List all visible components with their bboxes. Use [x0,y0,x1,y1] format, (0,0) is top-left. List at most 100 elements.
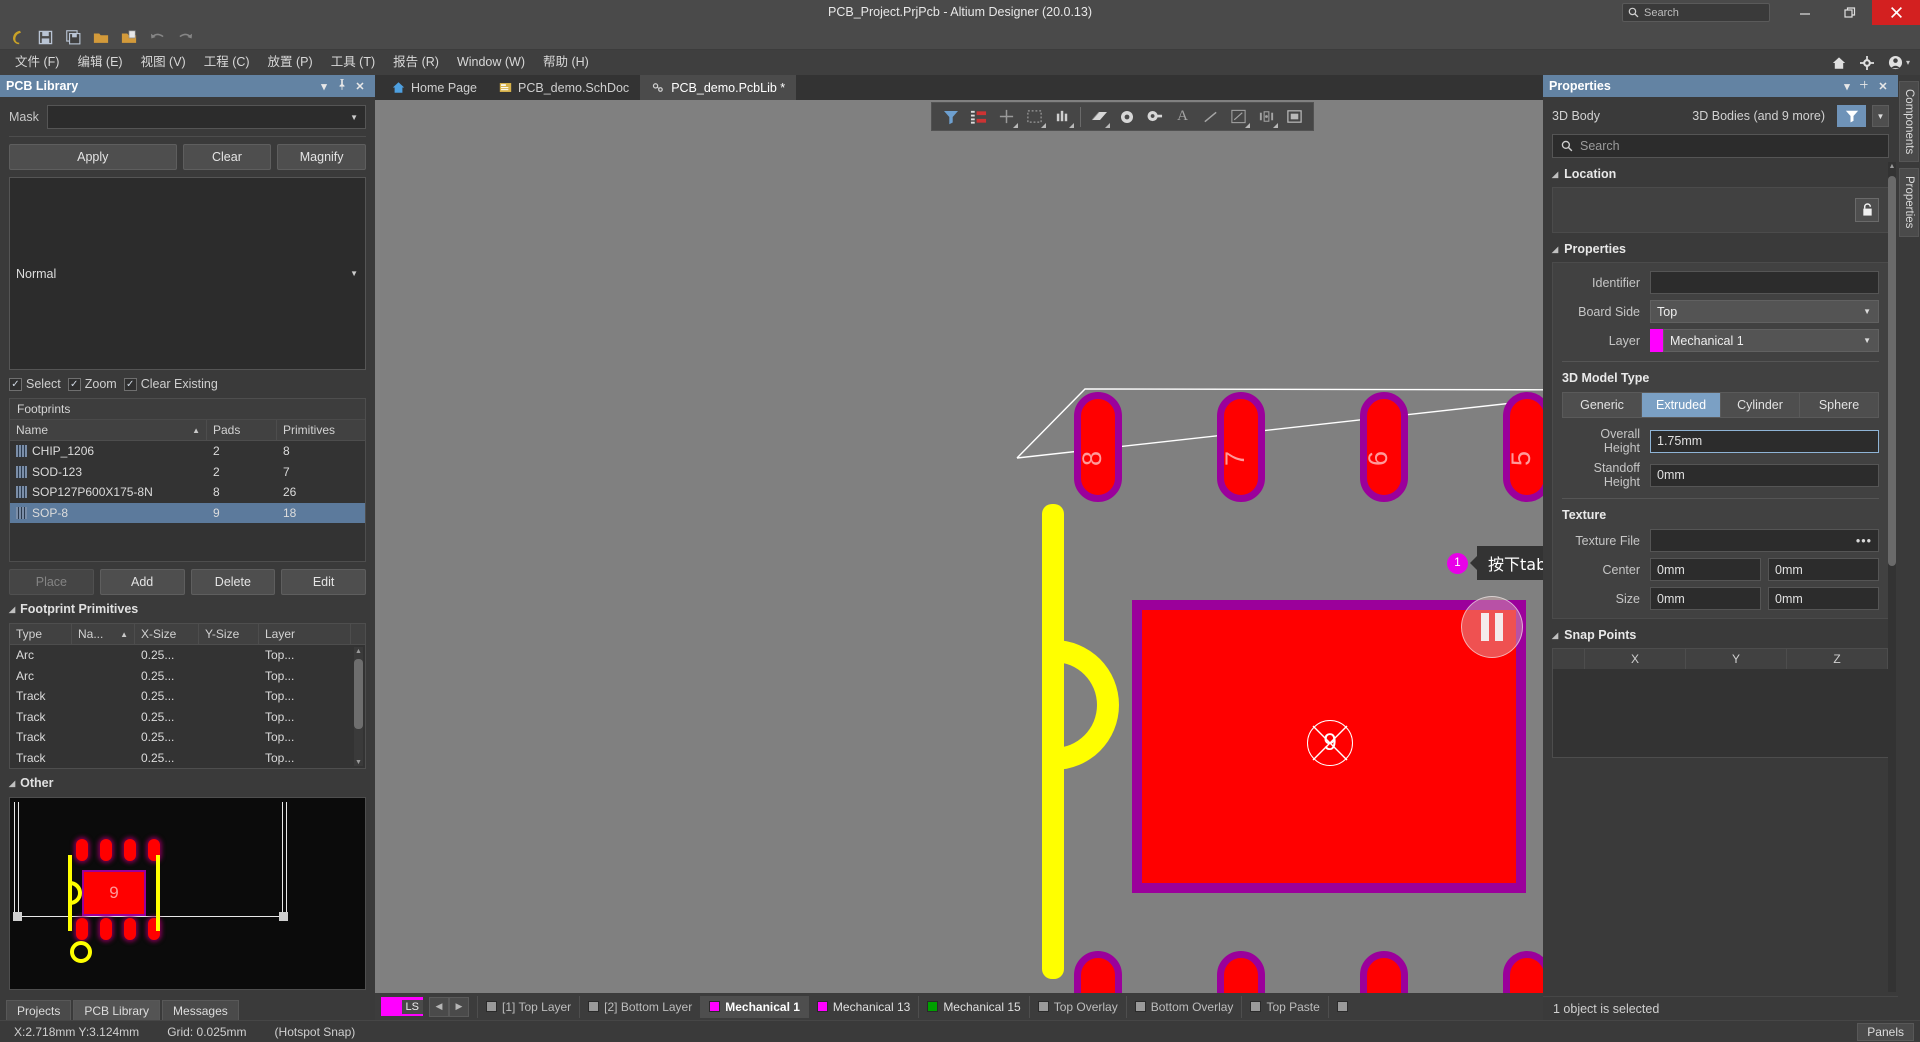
layer-prev-button[interactable]: ◀ [429,996,449,1017]
place-dimension-tool-icon[interactable] [1225,104,1252,129]
properties-scrollbar[interactable]: ▲ [1888,162,1896,992]
pin-icon[interactable] [1856,80,1874,93]
other-section-title[interactable]: ◢ Other [9,776,366,790]
lock-icon[interactable] [1855,198,1879,222]
pause-indicator[interactable] [1461,596,1523,658]
panel-menu-icon[interactable]: ▾ [315,80,333,93]
standoff-height-input[interactable]: 0mm [1650,463,1879,487]
chevron-down-icon[interactable]: ▼ [1863,307,1871,316]
tab-projects[interactable]: Projects [6,1000,72,1020]
layer-tab-more[interactable] [1327,995,1356,1018]
snap-points-group-title[interactable]: ◢ Snap Points [1552,628,1889,642]
dropdown-arrow-icon[interactable] [1041,123,1046,128]
scroll-up-icon[interactable]: ▲ [1888,162,1896,171]
doc-tab-home-page[interactable]: Home Page [381,75,488,100]
checkbox-zoom[interactable]: ✓ Zoom [67,377,117,391]
place-button[interactable]: Place [9,569,94,595]
open-folder-icon[interactable] [88,26,114,48]
place-line-tool-icon[interactable] [1197,104,1224,129]
dropdown-arrow-icon[interactable] [1069,123,1074,128]
menu-place[interactable]: 放置 (P) [259,50,322,75]
altium-logo-icon[interactable] [4,26,30,48]
table-row[interactable]: Track 0.25... Top... [10,748,365,769]
clear-button[interactable]: Clear [182,144,272,170]
restore-button[interactable] [1827,0,1872,25]
dropdown-arrow-icon[interactable] [1273,123,1278,128]
gear-icon[interactable] [1859,55,1874,70]
pad-1[interactable] [1074,951,1122,993]
col-header-na[interactable]: Na... ▲ [72,624,135,644]
close-button[interactable] [1872,0,1920,25]
checkbox-zoom-box[interactable]: ✓ [67,377,81,391]
col-header-ysize[interactable]: Y-Size [199,624,259,644]
snap-col-x[interactable]: X [1585,649,1686,669]
properties-scroll-area[interactable]: ◢ Location ◢ Properties Identifier Board… [1543,158,1898,996]
dropdown-arrow-icon[interactable] [1245,123,1250,128]
magnet-snap-tool-icon[interactable] [965,104,992,129]
layer-tab-mechanical-15[interactable]: Mechanical 15 [918,995,1028,1018]
board-side-select[interactable]: Top ▼ [1650,300,1879,323]
layer-tab-top-overlay[interactable]: Top Overlay [1028,995,1126,1018]
primitives-scrollbar[interactable]: ▲ ▼ [354,647,363,766]
table-row[interactable]: Track 0.25... Top... [10,727,365,748]
footprint-primitives-title[interactable]: ◢ Footprint Primitives [9,602,366,616]
doc-tab-pcblib[interactable]: PCB_demo.PcbLib * [640,75,797,100]
scroll-down-icon[interactable]: ▼ [354,759,363,766]
open-document-icon[interactable] [116,26,142,48]
model-type-extruded[interactable]: Extruded [1642,393,1721,417]
menu-window[interactable]: Window (W) [448,50,534,75]
overall-height-input[interactable]: 1.75mm [1650,429,1879,453]
chevron-down-icon[interactable]: ▼ [1863,336,1871,345]
save-icon[interactable] [32,26,58,48]
chevron-down-icon[interactable]: ▼ [350,269,358,278]
pad-3[interactable] [1360,951,1408,993]
collapse-triangle-icon[interactable]: ◢ [1552,245,1558,254]
table-row[interactable]: SOP127P600X175-8N 8 26 [10,482,365,503]
layer-tab-top-layer[interactable]: [1] Top Layer [477,995,579,1018]
save-all-icon[interactable] [60,26,86,48]
size-x-input[interactable]: 0mm [1650,587,1761,610]
model-type-sphere[interactable]: Sphere [1800,393,1878,417]
chevron-down-icon[interactable]: ▾ [1906,58,1910,67]
table-row[interactable]: CHIP_1206 2 8 [10,441,365,462]
layer-tab-bottom-overlay[interactable]: Bottom Overlay [1125,995,1242,1018]
snap-col-index[interactable] [1553,649,1585,669]
layer-tab-top-paste[interactable]: Top Paste [1241,995,1327,1018]
menu-view[interactable]: 视图 (V) [132,50,195,75]
vdock-tab-properties[interactable]: Properties [1899,168,1919,237]
footprint-preview-canvas[interactable]: 9 [10,798,365,989]
table-row-selected[interactable]: SOP-8 9 18 [10,502,365,523]
mask-mode-select[interactable]: Normal ▼ [9,177,366,370]
panels-button[interactable]: Panels [1857,1022,1914,1041]
edit-button[interactable]: Edit [281,569,366,595]
col-header-xsize[interactable]: X-Size [135,624,199,644]
undo-icon[interactable] [144,26,170,48]
snap-col-y[interactable]: Y [1686,649,1787,669]
table-row[interactable]: Track 0.25... Top... [10,707,365,728]
center-x-input[interactable]: 0mm [1650,558,1761,581]
collapse-triangle-icon[interactable]: ◢ [9,605,15,614]
home-icon[interactable] [1832,56,1846,70]
col-header-type[interactable]: Type [10,624,72,644]
place-string-tool-icon[interactable]: A [1169,104,1196,129]
place-via-tool-icon[interactable] [1113,104,1140,129]
layer-select[interactable]: Mechanical 1 ▼ [1663,329,1879,352]
checkbox-clear-existing[interactable]: ✓ Clear Existing [123,377,218,391]
menu-edit[interactable]: 编辑 (E) [68,50,131,75]
size-y-input[interactable]: 0mm [1768,587,1879,610]
redo-icon[interactable] [172,26,198,48]
tab-messages[interactable]: Messages [162,1000,239,1020]
pin-icon[interactable] [333,79,351,93]
layer-next-button[interactable]: ▶ [449,996,469,1017]
pad-8[interactable] [1074,392,1122,502]
menu-file[interactable]: 文件 (F) [6,50,68,75]
global-search-input[interactable]: Search [1622,3,1770,22]
snap-col-z[interactable]: Z [1787,649,1888,669]
magnify-button[interactable]: Magnify [277,144,366,170]
location-group-title[interactable]: ◢ Location [1552,167,1889,181]
place-coordinate-tool-icon[interactable] [1253,104,1280,129]
pad-2[interactable] [1217,951,1265,993]
filter-tool-icon[interactable] [937,104,964,129]
snap-points-body[interactable] [1553,669,1888,757]
pad-5[interactable] [1503,392,1543,502]
